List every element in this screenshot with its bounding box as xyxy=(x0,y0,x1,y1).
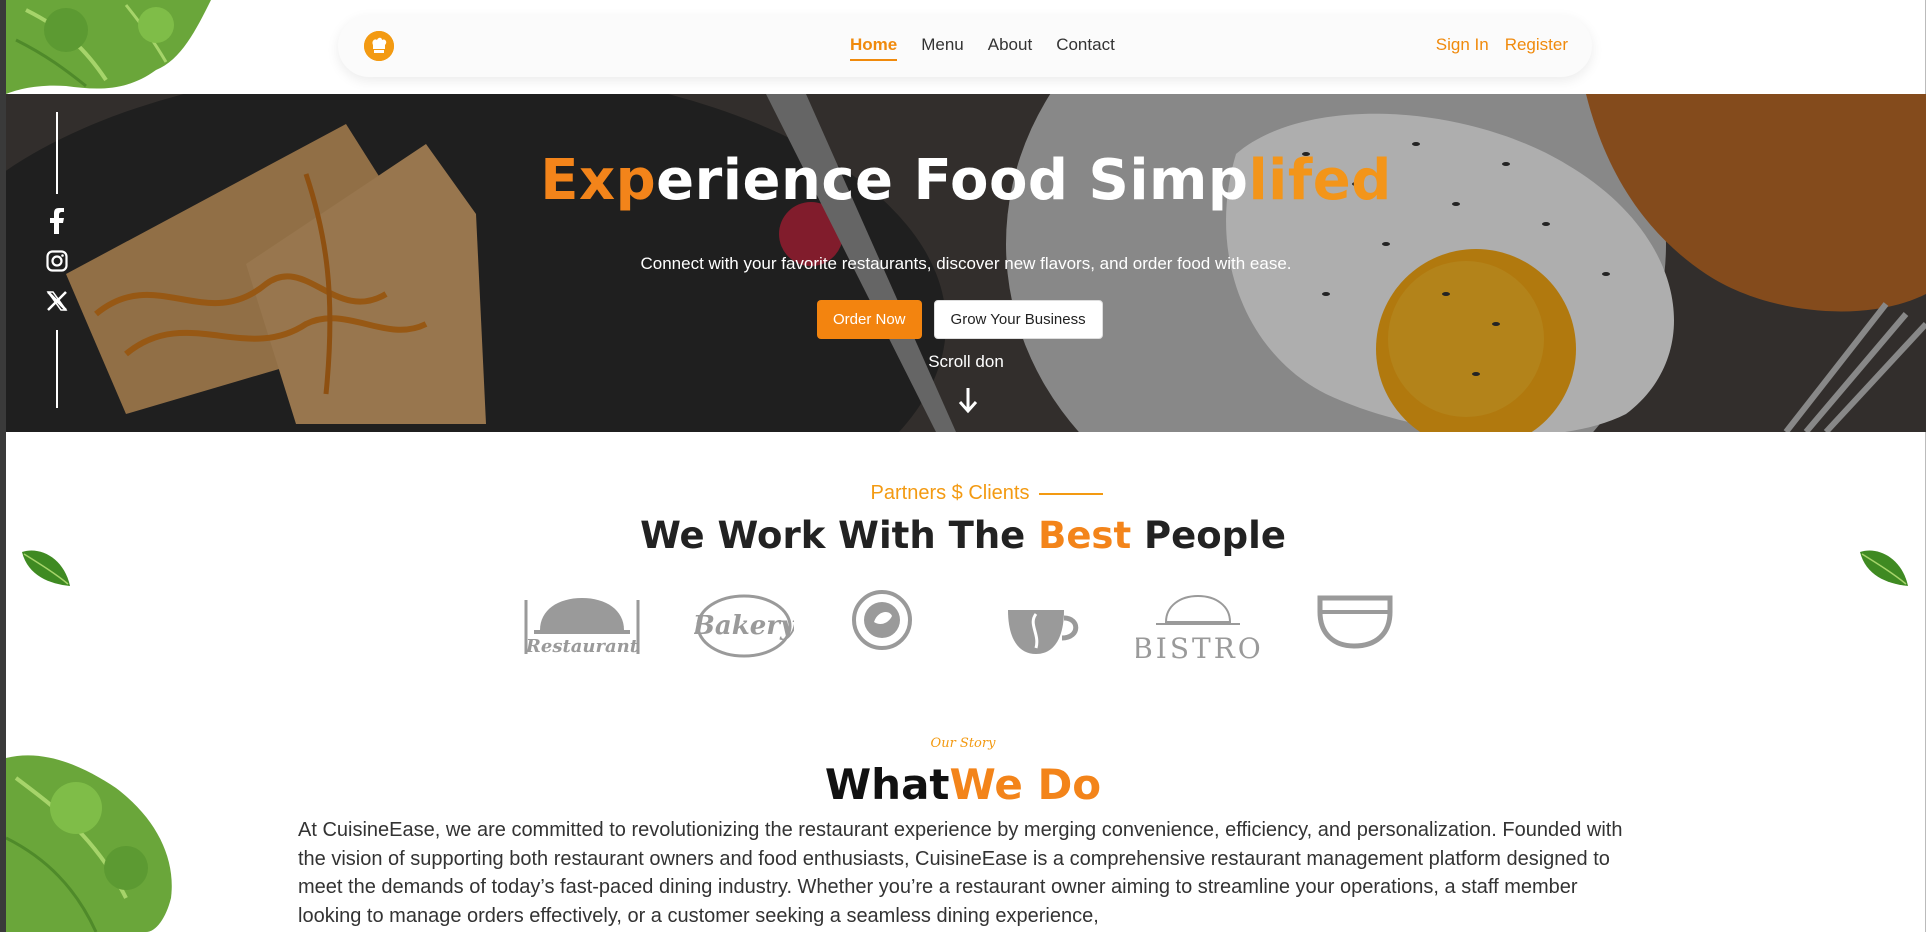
nav-menu-link[interactable]: Menu xyxy=(921,35,964,61)
nav-about-link[interactable]: About xyxy=(988,35,1032,61)
arrow-down-icon[interactable] xyxy=(957,386,979,414)
hero-title-part1: Exp xyxy=(540,148,657,213)
partners-label: Partners $ Clients xyxy=(0,482,1926,505)
bistro-logo-text: BISTRO xyxy=(1136,632,1260,662)
top-navbar: Home Menu About Contact Sign In Register xyxy=(338,15,1592,77)
auth-links: Sign In Register xyxy=(1436,35,1568,55)
story-text: At CuisineEase, we are committed to revo… xyxy=(298,819,1623,927)
hero-section: Experience Food Simplifed Connect with y… xyxy=(6,94,1926,432)
partner-logos: Restaurant Bakery BISTRO xyxy=(520,590,1410,662)
story-title-part1: What xyxy=(824,760,950,809)
order-now-button[interactable]: Order Now xyxy=(817,300,922,339)
x-icon[interactable] xyxy=(46,290,68,312)
hero-title: Experience Food Simplifed xyxy=(6,148,1926,213)
register-link[interactable]: Register xyxy=(1505,35,1568,55)
restaurant-logo-text: Restaurant xyxy=(525,636,639,657)
restaurant-logo: Restaurant xyxy=(524,598,640,657)
story-title: WhatWe Do xyxy=(0,760,1926,809)
cafe-logo xyxy=(1008,610,1079,654)
partners-title-part1: We Work With The xyxy=(640,514,1039,557)
hero-buttons: Order Now Grow Your Business xyxy=(817,300,1103,339)
canteen-logo xyxy=(1317,595,1393,649)
partners-divider xyxy=(1039,492,1104,495)
hero-title-part2: erience Food Simp xyxy=(656,148,1249,213)
partners-title: We Work With The Best People xyxy=(0,514,1926,557)
partners-label-text: Partners $ Clients xyxy=(870,482,1030,504)
nav-contact-link[interactable]: Contact xyxy=(1056,35,1115,61)
nav-home-link[interactable]: Home xyxy=(850,35,898,61)
grow-business-button[interactable]: Grow Your Business xyxy=(933,300,1103,339)
bakery-logo-text: Bakery xyxy=(694,611,794,641)
hero-subtitle: Connect with your favorite restaurants, … xyxy=(640,254,1292,273)
bistro-logo: BISTRO xyxy=(1136,594,1260,662)
sign-in-link[interactable]: Sign In xyxy=(1436,35,1489,55)
chef-hat-icon[interactable] xyxy=(364,31,394,61)
partners-title-part2: Best xyxy=(1038,514,1132,557)
story-label: Our Story xyxy=(930,736,996,751)
bakery-logo: Bakery xyxy=(694,594,794,658)
partners-title-part3: People xyxy=(1131,514,1286,557)
food-logo xyxy=(852,590,912,650)
scroll-down-text: Scroll don xyxy=(928,352,1004,371)
nav-links: Home Menu About Contact xyxy=(850,35,1115,61)
hero-title-part3: lifed xyxy=(1248,148,1392,213)
lettuce-decoration-top xyxy=(6,0,211,94)
story-title-part2: We Do xyxy=(949,760,1102,809)
